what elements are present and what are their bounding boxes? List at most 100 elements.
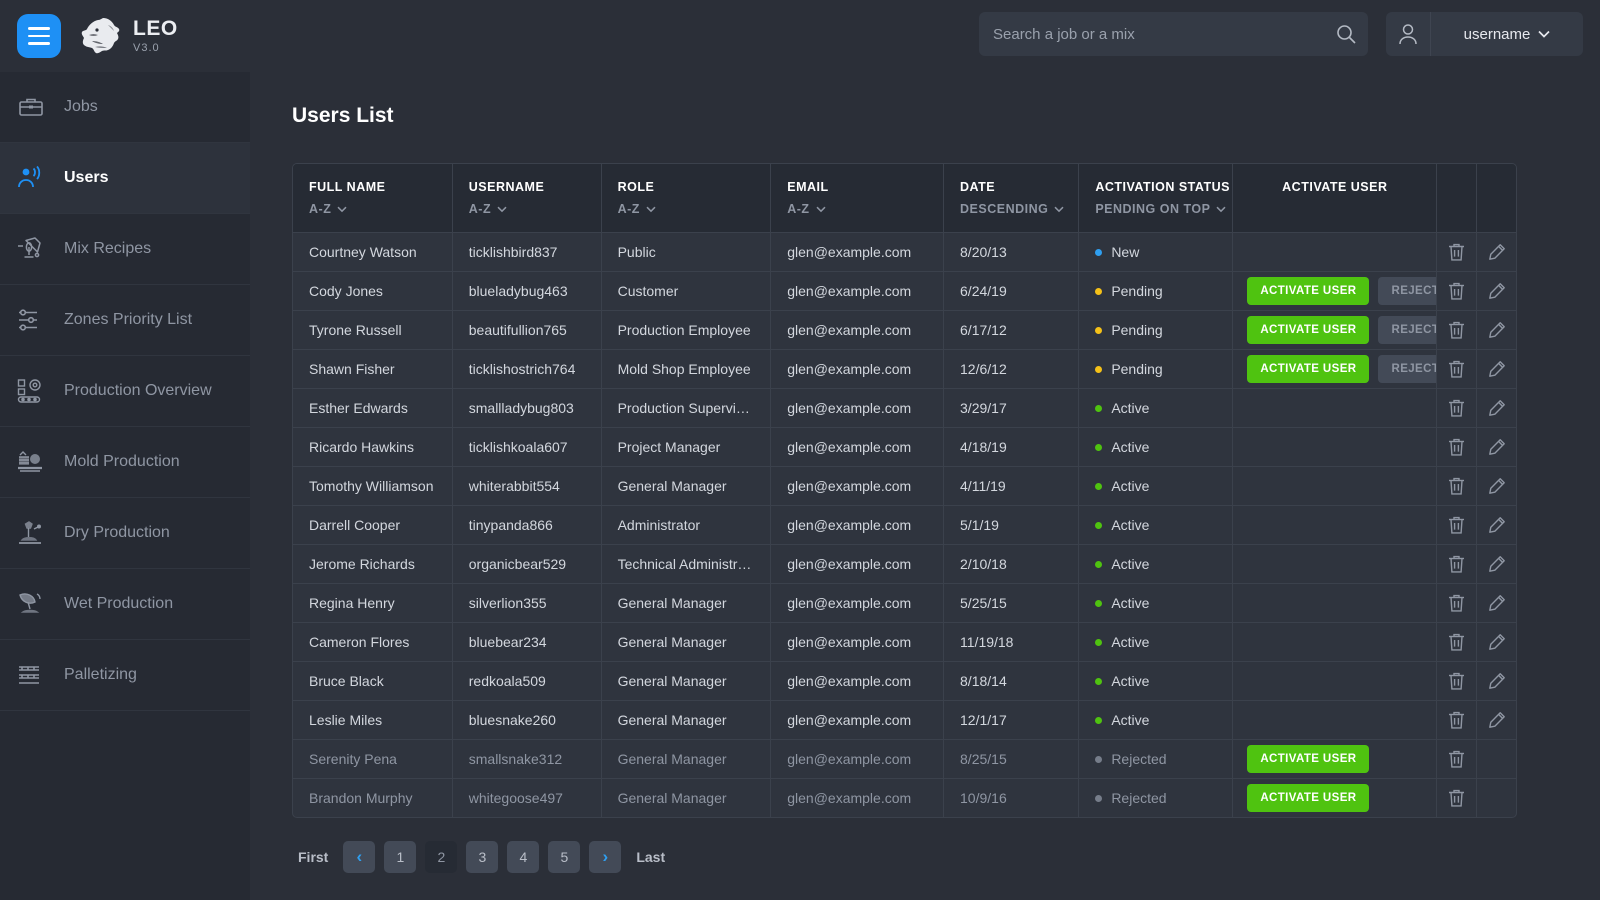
chevron-right-icon[interactable]: › xyxy=(589,841,622,873)
pencil-icon[interactable] xyxy=(1477,701,1516,739)
cell-email: glen@example.com xyxy=(770,544,945,584)
column-sort-control[interactable]: PENDING ON TOP xyxy=(1095,202,1232,216)
trash-icon[interactable] xyxy=(1437,272,1475,310)
search-input[interactable] xyxy=(979,25,1324,43)
cell-date: 4/18/19 xyxy=(943,427,1080,467)
trash-icon[interactable] xyxy=(1437,662,1475,700)
trash-icon[interactable] xyxy=(1437,311,1475,349)
pagination-page-3[interactable]: 3 xyxy=(466,841,499,873)
column-header-activation-status[interactable]: ACTIVATION STATUS PENDING ON TOP xyxy=(1078,164,1234,233)
pagination-first[interactable]: First xyxy=(292,849,334,865)
pagination-page-4[interactable]: 4 xyxy=(507,841,540,873)
sidebar-item-users[interactable]: Users xyxy=(0,143,250,214)
trash-icon[interactable] xyxy=(1437,623,1475,661)
trash-icon[interactable] xyxy=(1437,545,1475,583)
column-header-username[interactable]: USERNAME A-Z xyxy=(452,164,602,233)
pencil-icon[interactable] xyxy=(1477,272,1516,310)
activate-user-button[interactable]: ACTIVATE USER xyxy=(1247,355,1370,383)
pagination-page-5[interactable]: 5 xyxy=(548,841,581,873)
column-sort-control[interactable]: A-Z xyxy=(787,202,943,216)
sidebar-item-production-overview[interactable]: Production Overview xyxy=(0,356,250,427)
sidebar-item-wet-production[interactable]: Wet Production xyxy=(0,569,250,640)
column-sort-control[interactable]: A-Z xyxy=(469,202,601,216)
sidebar-item-dry-production[interactable]: Dry Production xyxy=(0,498,250,569)
cell-edit xyxy=(1476,310,1516,350)
pencil-icon[interactable] xyxy=(1477,389,1516,427)
pagination-page-2[interactable]: 2 xyxy=(425,841,458,873)
pencil-icon[interactable] xyxy=(1477,233,1516,271)
reject-request-button[interactable]: REJECT REQUEST xyxy=(1378,316,1436,344)
column-sort-control[interactable]: A-Z xyxy=(618,202,771,216)
activate-user-button[interactable]: ACTIVATE USER xyxy=(1247,784,1370,812)
pencil-icon[interactable] xyxy=(1477,428,1516,466)
cell-username: ticklishbird837 xyxy=(452,232,602,272)
pencil-icon[interactable] xyxy=(1477,350,1516,388)
trash-icon[interactable] xyxy=(1437,740,1475,778)
trash-icon[interactable] xyxy=(1437,506,1475,544)
sidebar-item-zones-priority-list[interactable]: Zones Priority List xyxy=(0,285,250,356)
cell-activate-user xyxy=(1232,505,1438,545)
brand: LEO V3.0 xyxy=(78,16,178,56)
pencil-icon[interactable] xyxy=(1477,467,1516,505)
account-menu[interactable]: username xyxy=(1386,12,1583,56)
cell-date: 10/9/16 xyxy=(943,778,1080,817)
trash-icon[interactable] xyxy=(1437,428,1475,466)
pagination-page-1[interactable]: 1 xyxy=(384,841,417,873)
trash-icon[interactable] xyxy=(1437,389,1475,427)
table-row: Cameron Flores bluebear234 General Manager… xyxy=(293,622,1516,662)
account-username[interactable]: username xyxy=(1431,26,1583,43)
chevron-left-icon[interactable]: ‹ xyxy=(343,841,376,873)
status-dot xyxy=(1095,248,1103,256)
status-label: Pending xyxy=(1111,322,1163,338)
sidebar-item-jobs[interactable]: Jobs xyxy=(0,72,250,143)
column-title: FULL NAME xyxy=(309,180,386,194)
column-header-email[interactable]: EMAIL A-Z xyxy=(770,164,945,233)
cell-role: Technical Administrator xyxy=(601,544,772,584)
column-sort-control[interactable]: DESCENDING xyxy=(960,202,1078,216)
pencil-icon[interactable] xyxy=(1477,662,1516,700)
activate-user-button[interactable]: ACTIVATE USER xyxy=(1247,277,1370,305)
column-sort-control[interactable]: A-Z xyxy=(309,202,452,216)
sliders-icon xyxy=(14,303,48,337)
user-avatar-icon xyxy=(1386,12,1431,56)
activate-user-button[interactable]: ACTIVATE USER xyxy=(1247,745,1370,773)
status-dot xyxy=(1095,443,1103,451)
column-header-full-name[interactable]: FULL NAME A-Z xyxy=(293,164,453,233)
column-header-date[interactable]: DATE DESCENDING xyxy=(943,164,1080,233)
pagination-last[interactable]: Last xyxy=(630,849,671,865)
sidebar-item-palletizing[interactable]: Palletizing xyxy=(0,640,250,711)
cell-email: glen@example.com xyxy=(770,778,945,817)
reject-request-button[interactable]: REJECT REQUEST xyxy=(1378,277,1436,305)
pencil-icon[interactable] xyxy=(1477,584,1516,622)
trash-icon[interactable] xyxy=(1437,584,1475,622)
column-sort-label: DESCENDING xyxy=(960,202,1049,216)
sidebar-item-mold-production[interactable]: Mold Production xyxy=(0,427,250,498)
pencil-icon[interactable] xyxy=(1477,623,1516,661)
cell-activate-user xyxy=(1232,583,1438,623)
cell-activate-user: ACTIVATE USER REJECT REQUEST xyxy=(1232,349,1438,389)
cell-delete xyxy=(1436,778,1477,817)
cell-delete xyxy=(1436,583,1477,623)
sidebar-item-label: Users xyxy=(64,169,109,186)
pencil-icon[interactable] xyxy=(1477,545,1516,583)
search-bar[interactable] xyxy=(979,12,1368,56)
cell-activate-user xyxy=(1232,622,1438,662)
trash-icon[interactable] xyxy=(1437,467,1475,505)
activate-user-button[interactable]: ACTIVATE USER xyxy=(1247,316,1370,344)
cell-email: glen@example.com xyxy=(770,700,945,740)
reject-request-button[interactable]: REJECT REQUEST xyxy=(1378,355,1436,383)
cell-activation-status: Rejected xyxy=(1078,778,1234,817)
trash-icon[interactable] xyxy=(1437,350,1475,388)
search-icon[interactable] xyxy=(1324,23,1368,45)
pencil-icon[interactable] xyxy=(1477,311,1516,349)
trash-icon[interactable] xyxy=(1437,779,1475,817)
hamburger-menu-icon[interactable] xyxy=(17,14,61,58)
column-header-role[interactable]: ROLE A-Z xyxy=(601,164,772,233)
pencil-icon[interactable] xyxy=(1477,506,1516,544)
table-row: Shawn Fisher ticklishostrich764 Mold Shop … xyxy=(293,349,1516,389)
trash-icon[interactable] xyxy=(1437,701,1475,739)
trash-icon[interactable] xyxy=(1437,233,1475,271)
sidebar-item-mix-recipes[interactable]: Mix Recipes xyxy=(0,214,250,285)
chevron-down-icon xyxy=(1216,206,1226,212)
chevron-down-icon xyxy=(1538,30,1550,38)
